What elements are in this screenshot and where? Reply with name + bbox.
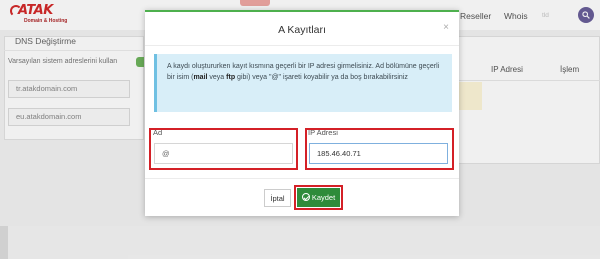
save-button[interactable]: Kaydet [297, 188, 340, 207]
save-button-label: Kaydet [311, 193, 336, 202]
a-records-modal: A Kayıtları × A kaydı oluştururken kayıt… [145, 10, 459, 216]
ip-address-input[interactable] [309, 143, 448, 164]
name-input[interactable] [154, 143, 293, 164]
cancel-button[interactable]: İptal [264, 189, 291, 207]
modal-header-divider [145, 45, 459, 46]
ip-address-label: IP Adresi [308, 128, 338, 137]
save-button-highlight: Kaydet [294, 185, 343, 210]
name-label: Ad [153, 128, 163, 137]
modal-footer-divider [145, 178, 459, 179]
alert-bold-mail: mail [193, 74, 208, 81]
alert-bold-ftp: ftp [226, 74, 236, 81]
check-circle-icon [301, 193, 310, 201]
info-alert: A kaydı oluştururken kayıt kısmına geçer… [154, 54, 452, 112]
modal-title: A Kayıtları [278, 24, 326, 36]
alert-text-part: gibi) veya "@" işareti koyabilir ya da b… [235, 74, 408, 81]
alert-text-part: veya [207, 74, 227, 81]
close-icon[interactable]: × [441, 23, 451, 33]
